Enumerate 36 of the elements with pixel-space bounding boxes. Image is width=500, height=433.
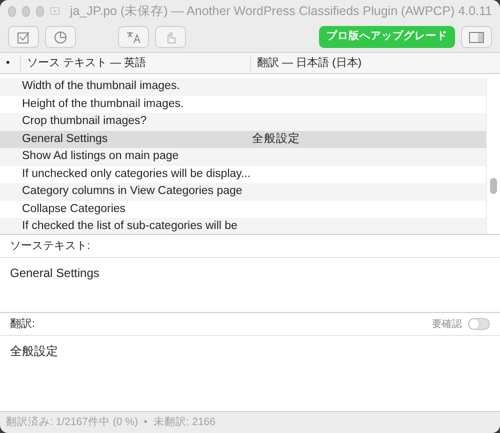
- pie-icon: [54, 30, 67, 44]
- source-cell: Category columns in View Categories page: [22, 185, 242, 198]
- source-label: ソーステキスト:: [10, 238, 90, 254]
- sidebar-button[interactable]: [461, 26, 492, 48]
- window-title: ja_JP.po (未保存) — Another WordPress Classifieds Plugin (AWPCP) 4.0.11: [70, 2, 492, 20]
- suggestion-button[interactable]: [155, 26, 186, 48]
- needs-review-toggle[interactable]: [468, 318, 490, 330]
- source-cell: Collapse Categories: [22, 202, 126, 215]
- source-text: General Settings: [10, 266, 100, 280]
- statistics-button[interactable]: [45, 26, 76, 48]
- translate-icon: [126, 30, 142, 44]
- sidebar-icon: [469, 32, 484, 42]
- document-icon: [50, 5, 60, 17]
- source-cell: Crop thumbnail images?: [22, 115, 147, 128]
- column-header[interactable]: ソース テキスト — 英語: [20, 54, 250, 72]
- hand-icon: [164, 30, 176, 44]
- validate-button[interactable]: [8, 26, 39, 48]
- scrollbar-thumb[interactable]: [490, 178, 497, 194]
- column-header[interactable]: •: [0, 54, 20, 72]
- source-cell: Show Ad listings on main page: [22, 150, 179, 162]
- translation-cell-text: 全般設定: [252, 132, 300, 147]
- source-cell: General Settings: [22, 132, 108, 145]
- source-cell: Width of the thumbnail images.: [22, 80, 180, 92]
- column-header[interactable]: 翻訳 — 日本語 (日本): [250, 54, 500, 72]
- source-cell: If unchecked only categories will be display...: [22, 168, 251, 180]
- translation-label: 翻訳:: [10, 316, 36, 332]
- checkbox-icon: [16, 30, 30, 44]
- source-cell: If checked the list of sub-categories will be: [22, 220, 238, 232]
- translate-button[interactable]: [118, 26, 149, 48]
- zoom-button[interactable]: [36, 6, 44, 16]
- source-cell: Height of the thumbnail images.: [22, 98, 184, 110]
- status-bar: 翻訳済み: 1/2167件中 (0 %) • 未翻訳: 2166: [0, 411, 500, 433]
- selected-row-highlight[interactable]: General Settings 全般設定: [0, 130, 486, 148]
- needs-review-label: 要確認: [432, 318, 462, 332]
- minimize-button[interactable]: [22, 6, 30, 16]
- close-button[interactable]: [8, 6, 16, 16]
